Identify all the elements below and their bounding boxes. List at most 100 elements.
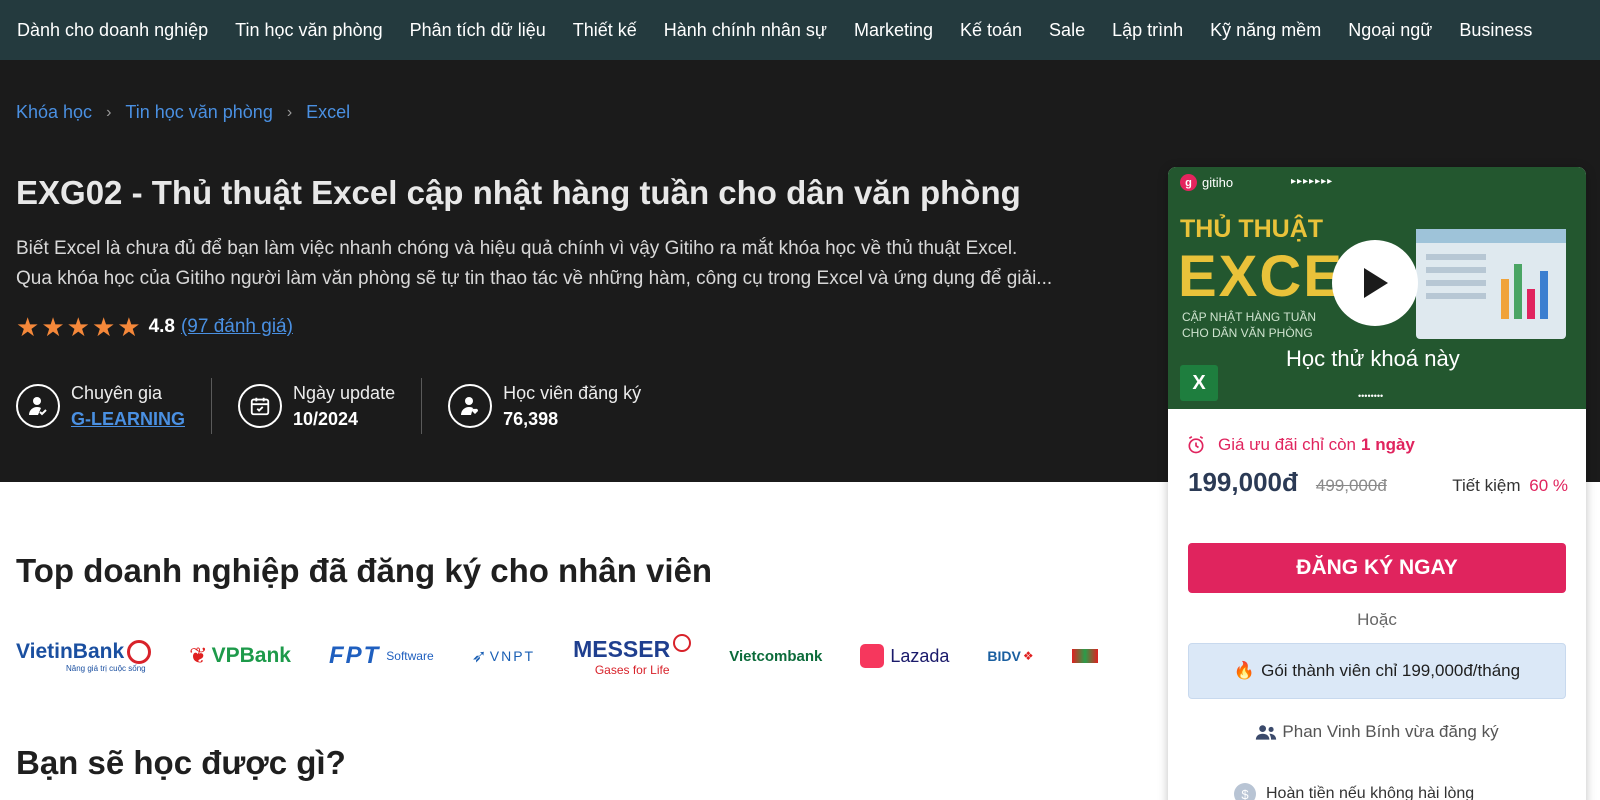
promo-label: Giá ưu đãi chỉ còn [1218, 435, 1357, 454]
recent-signup-text: Phan Vinh Bính vừa đăng ký [1282, 722, 1499, 741]
vietcombank-logo-text: Vietcombank [729, 647, 823, 665]
breadcrumb-courses[interactable]: Khóa học [16, 102, 92, 123]
star-icon: ★ [41, 312, 65, 342]
course-thumbnail[interactable]: g gitiho ▸▸▸▸▸▸▸ THỦ THUẬT EXCEL CẬP NHẬ… [1168, 167, 1586, 409]
or-divider-text: Hoặc [1357, 610, 1397, 629]
vnpt-logo: ➶ VNPT [471, 645, 536, 666]
original-price: 499,000đ [1315, 476, 1387, 495]
bidv-logo: BIDV ❖ [987, 648, 1034, 664]
gitiho-logo: g gitiho [1180, 174, 1233, 191]
description-line: Qua khóa học của Gitiho người làm văn ph… [16, 268, 1053, 289]
saving-label: Tiết kiệm [1452, 476, 1521, 495]
fpt-logo-suffix: Software [386, 649, 434, 663]
thumb-subtitle: CẬP NHẬT HÀNG TUẦN CHO DÂN VĂN PHÒNG [1182, 309, 1316, 341]
fire-icon: 🔥 [1233, 661, 1256, 680]
nav-item-business-en[interactable]: Business [1459, 20, 1532, 41]
thumb-headline: THỦ THUẬT [1180, 215, 1324, 243]
expert-link[interactable]: G-LEARNING [71, 406, 185, 432]
play-button[interactable] [1332, 240, 1418, 326]
expert-icon [16, 384, 60, 428]
nav-item-data-analysis[interactable]: Phân tích dữ liệu [410, 20, 546, 41]
register-now-button[interactable]: ĐĂNG KÝ NGAY [1188, 543, 1566, 593]
reviews-link[interactable]: (97 đánh giá) [181, 316, 293, 338]
thumb-subtitle-line: CẬP NHẬT HÀNG TUẦN [1182, 310, 1317, 324]
vietinbank-logo-text: VietinBank [16, 639, 125, 663]
trial-label: Học thử khoá này [1286, 346, 1460, 371]
top-companies-heading: Top doanh nghiệp đã đăng ký cho nhân viê… [16, 552, 713, 589]
nav-item-accounting[interactable]: Kế toán [960, 20, 1022, 41]
nav-item-languages[interactable]: Ngoại ngữ [1348, 20, 1432, 41]
purchase-card: g gitiho ▸▸▸▸▸▸▸ THỦ THUẬT EXCEL CẬP NHẬ… [1168, 167, 1586, 800]
vietcombank-logo: Vietcombank [729, 648, 822, 665]
company-logos: VietinBank Nâng giá trị cuộc sống ❦ VPBa… [16, 628, 1126, 684]
vpbank-logo: ❦ VPBank [189, 643, 291, 668]
stat-students: Học viên đăng ký 76,398 [448, 380, 641, 432]
gitiho-g-icon: g [1180, 174, 1197, 191]
course-description: Biết Excel là chưa đủ để bạn làm việc nh… [16, 234, 1116, 294]
nav-item-marketing[interactable]: Marketing [854, 20, 933, 41]
calendar-icon [238, 384, 282, 428]
star-icon: ★ [117, 312, 141, 342]
nav-item-programming[interactable]: Lập trình [1112, 20, 1183, 41]
fpt-logo: FPT Software [329, 642, 434, 670]
star-icon: ★ [16, 312, 40, 342]
thumb-subtitle-line: CHO DÂN VĂN PHÒNG [1182, 326, 1313, 340]
messer-logo-text: MESSER [573, 635, 671, 662]
stat-label: Chuyên gia [71, 383, 163, 403]
current-price: 199,000đ [1188, 467, 1298, 497]
vietinbank-tagline: Nâng giá trị cuộc sống [66, 663, 146, 673]
nav-item-soft-skills[interactable]: Kỹ năng mềm [1210, 20, 1321, 41]
student-count: 76,398 [503, 409, 559, 429]
messer-tagline: Gases for Life [594, 662, 670, 677]
vnpt-logo-text: VNPT [489, 648, 536, 664]
stat-expert: Chuyên gia G-LEARNING [16, 380, 185, 432]
partner-logo-cropped [1071, 649, 1098, 663]
nav-item-business[interactable]: Dành cho doanh nghiệp [17, 20, 208, 41]
what-learn-heading: Bạn sẽ học được gì? [16, 744, 346, 781]
refund-icon: $ [1234, 783, 1256, 800]
update-date: 10/2024 [293, 409, 359, 429]
stat-label: Ngày update [293, 383, 396, 403]
lazada-logo: Lazada [860, 644, 949, 668]
promo-days: 1 ngày [1361, 435, 1415, 454]
student-icon [448, 384, 493, 428]
stat-update: Ngày update 10/2024 [238, 380, 395, 432]
recent-signup: Phan Vinh Bính vừa đăng ký [1168, 722, 1586, 742]
gitiho-brand: gitiho [1202, 175, 1234, 190]
membership-button[interactable]: 🔥 Gói thành viên chỉ 199,000đ/tháng [1188, 643, 1566, 699]
nav-item-hr[interactable]: Hành chính nhân sự [664, 20, 827, 41]
stat-label: Học viên đăng ký [503, 383, 642, 403]
star-icon: ★ [91, 312, 116, 342]
refund-text: Hoàn tiền nếu không hài lòng [1266, 785, 1475, 800]
divider [211, 378, 212, 434]
breadcrumb-excel[interactable]: Excel [306, 102, 350, 123]
bidv-logo-text: BIDV [987, 648, 1021, 664]
lazada-logo-text: Lazada [890, 645, 950, 666]
users-icon [1256, 725, 1277, 740]
chevron-right-icon: › [106, 103, 112, 121]
nav-item-sale[interactable]: Sale [1049, 20, 1085, 41]
rating-value: 4.8 [148, 316, 175, 337]
divider [421, 378, 423, 434]
decor-dots: ▸▸▸▸▸▸▸ [1291, 176, 1334, 187]
nav-item-design[interactable]: Thiết kế [573, 20, 637, 41]
decor-dots-bottom: •••••••• [1358, 391, 1384, 401]
top-navigation: Dành cho doanh nghiệp Tin học văn phòng … [0, 0, 1600, 60]
membership-label: Gói thành viên chỉ 199,000đ/tháng [1261, 661, 1521, 680]
chevron-right-icon: › [286, 103, 293, 121]
play-icon [1364, 268, 1388, 298]
nav-item-office[interactable]: Tin học văn phòng [235, 20, 382, 41]
breadcrumb-office[interactable]: Tin học văn phòng [125, 102, 272, 123]
alarm-clock-icon [1188, 435, 1204, 454]
spreadsheet-illustration [1416, 229, 1566, 339]
rating-stars: ★ ★ ★ ★ ★ [16, 314, 143, 340]
refund-guarantee: $ Hoàn tiền nếu không hài lòng [1234, 783, 1474, 800]
fpt-logo-text: FPT [328, 642, 381, 669]
messer-logo: MESSER Gases for Life [573, 634, 692, 677]
price-row: 199,000đ 499,000đ Tiết kiệm 60 % [1188, 467, 1568, 498]
excel-icon: X [1180, 365, 1218, 401]
breadcrumb: Khóa học › Tin học văn phòng › Excel [16, 102, 350, 123]
star-icon: ★ [66, 312, 90, 342]
saving-percent: 60 % [1529, 476, 1568, 495]
course-stats: Chuyên gia G-LEARNING Ngày update 10/202… [16, 378, 641, 434]
